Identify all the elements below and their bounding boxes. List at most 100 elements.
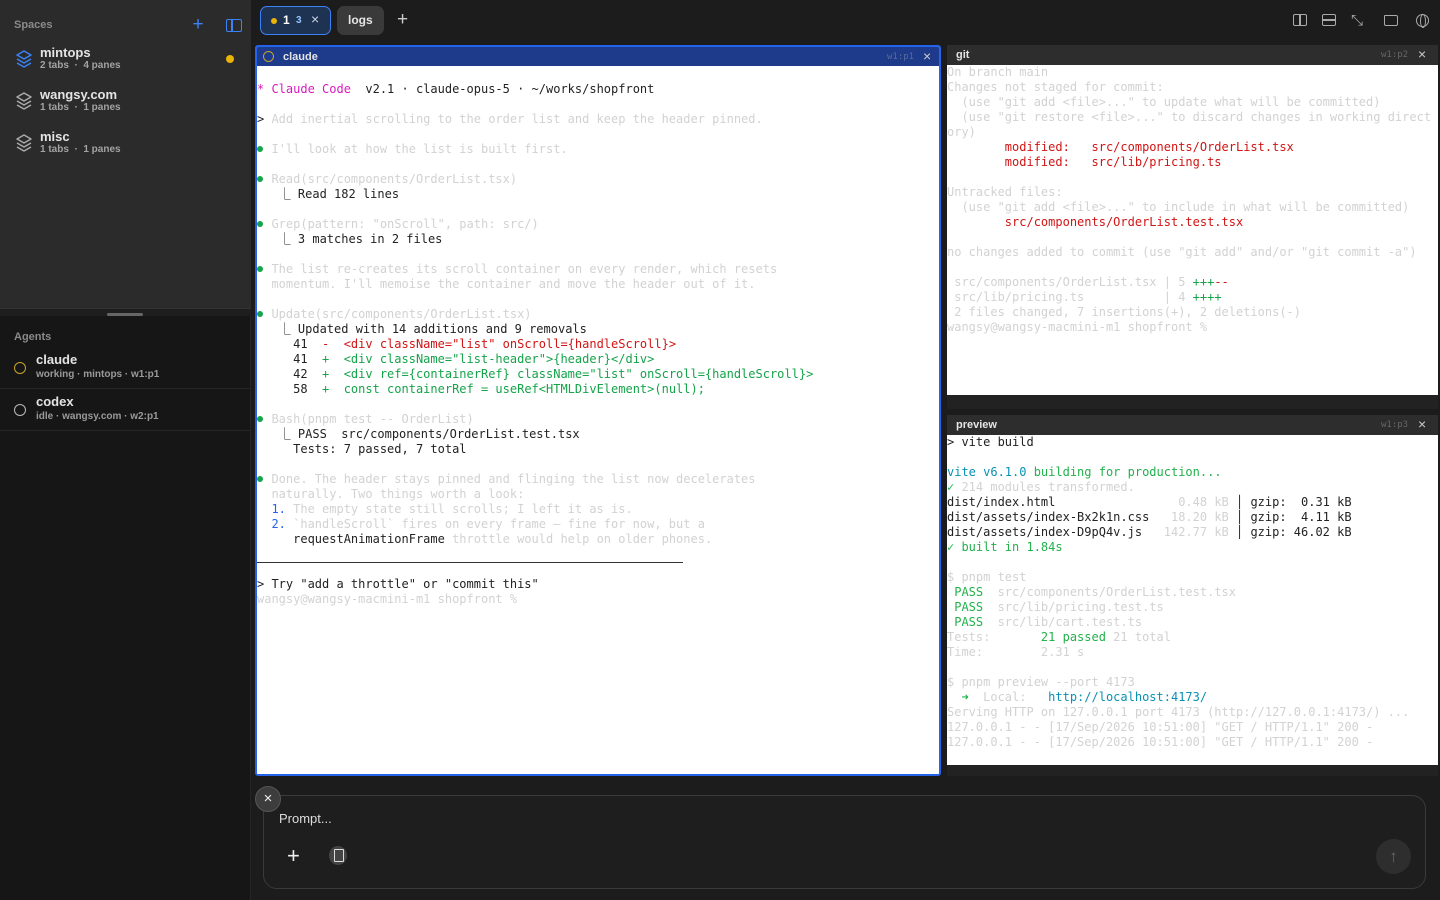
tab-logs[interactable]: logs [337, 6, 384, 35]
pane-header: preview w1:p3 × [947, 415, 1438, 435]
terminal-text: ➜ [947, 690, 984, 704]
tab-1[interactable]: 1 3 × [260, 6, 331, 35]
agent-meta: idle · wangsy.com · w2:p1 [36, 411, 159, 422]
terminal-line: $ pnpm preview --port 4173 [947, 675, 1135, 690]
split-vertical-icon[interactable] [1293, 14, 1307, 26]
space-item-wangsy[interactable]: wangsy.com 1 tabs · 1 panes [0, 84, 251, 124]
add-attachment-button[interactable]: + [287, 845, 300, 867]
terminal-text: Serving HTTP on 127.0.0.1 port 4173 (htt… [947, 705, 1410, 719]
terminal-line: 2. `handleScroll` fires on every frame —… [257, 517, 705, 532]
space-meta: 1 tabs · 1 panes [40, 144, 121, 155]
terminal-text: 41 [257, 337, 323, 351]
terminal-output[interactable]: On branch main Changes not staged for com… [947, 65, 1438, 395]
pane-header: claude w1:p1 × [257, 47, 939, 66]
terminal-line: ➜ Local: http://localhost:4173/ [947, 690, 1207, 705]
terminal-output[interactable]: > vite build vite v6.1.0 building for pro… [947, 435, 1438, 765]
tab-close-icon[interactable]: × [311, 11, 319, 27]
pane-close-icon[interactable]: × [1418, 46, 1426, 62]
terminal-line: momentum. I'll memoise the container and… [257, 277, 755, 292]
terminal-text: PASS [947, 615, 991, 629]
folder-icon[interactable] [1384, 15, 1398, 26]
dismiss-prompt-button[interactable]: × [255, 786, 281, 812]
terminal-text: Tests: 7 passed, 7 total [257, 442, 467, 456]
terminal-text: 214 modules transformed. [961, 480, 1135, 494]
terminal-text: Untracked files: [947, 185, 1063, 199]
pane-close-icon[interactable]: × [923, 48, 931, 64]
terminal-text: v2.1 · claude-opus-5 · ~/works/shopfront [350, 82, 655, 96]
terminal-line: I'll look at how the list is built first… [257, 142, 567, 157]
add-tab-button[interactable]: + [397, 10, 408, 30]
terminal-text: 41 [257, 352, 323, 366]
terminal-text: dist/assets/index-Bx2k1n.css [947, 510, 1157, 524]
terminal-line: src/components/OrderList.tsx | 5 +++-- [947, 275, 1229, 290]
terminal-text: PASS [947, 585, 991, 599]
send-button[interactable]: ↑ [1376, 839, 1411, 874]
terminal-line: no changes added to commit (use "git add… [947, 245, 1417, 260]
terminal-text: + const containerRef = useRef<HTMLDivEle… [322, 382, 705, 396]
terminal-line: 127.0.0.1 - - [17/Sep/2026 10:51:00] "GE… [947, 720, 1373, 735]
terminal-text: * [257, 82, 272, 96]
pane-title: preview [956, 419, 997, 431]
pane-close-icon[interactable]: × [1418, 416, 1426, 432]
terminal-text: 18.20 kB [1156, 510, 1229, 524]
split-horizontal-icon[interactable] [1322, 14, 1336, 26]
space-item-misc[interactable]: misc 1 tabs · 1 panes [0, 126, 251, 166]
terminal-text: - <div className="list" onScroll={handle… [322, 337, 677, 351]
terminal-line: Untracked files: [947, 185, 1063, 200]
terminal-line: 58 + const containerRef = useRef<HTMLDiv… [257, 382, 705, 397]
agent-status-icon [14, 404, 26, 416]
sidebar-toggle-icon[interactable] [226, 19, 242, 32]
terminal-text: 21 total [1105, 630, 1171, 644]
terminal-text: Changes not staged for commit: [947, 80, 1164, 94]
sidebar: Spaces + mintops 2 tabs · 4 panes wangsy… [0, 0, 251, 900]
terminal-text: ⎿ PASS src/components/OrderList.test.tsx [257, 427, 580, 441]
terminal-text: The list re-creates its scroll container… [257, 262, 778, 276]
agent-item-claude[interactable]: claude working · mintops · w1:p1 [0, 347, 251, 389]
terminal-text: │ gzip: 0.31 kB [1228, 495, 1352, 509]
terminal-text: src/components/OrderList.tsx | 5 [947, 275, 1193, 289]
grip-icon [107, 313, 143, 316]
terminal-text: ⎿ 3 matches in 2 files [257, 232, 443, 246]
terminal-text: requestAnimationFrame [257, 532, 453, 546]
agents-heading: Agents [14, 331, 52, 343]
space-name: misc [40, 129, 70, 144]
terminal-text: ✓ [947, 480, 962, 494]
clipboard-icon[interactable] [329, 846, 347, 865]
expand-icon[interactable]: ⤡ [1351, 12, 1363, 29]
terminal-text: src/components/OrderList.test.tsx [947, 215, 1244, 229]
terminal-output[interactable]: * Claude Code v2.1 · claude-opus-5 · ~/w… [257, 67, 939, 774]
terminal-line: wangsy@wangsy-macmini-m1 shopfront % [257, 592, 517, 607]
add-space-button[interactable]: + [190, 15, 206, 34]
terminal-line: (use "git add <file>..." to update what … [947, 95, 1380, 110]
pane-preview[interactable]: preview w1:p3 × > vite build vite v6.1.0 … [947, 415, 1438, 776]
terminal-text: building for production... [1033, 465, 1222, 479]
terminal-line: $ pnpm test [947, 570, 1026, 585]
terminal-line: (use "git restore <file>..." to discard … [947, 110, 1431, 125]
pane-footer [947, 395, 1438, 409]
space-item-mintops[interactable]: mintops 2 tabs · 4 panes [0, 42, 251, 82]
pane-git[interactable]: git w1:p2 × On branch main Changes not st… [947, 45, 1438, 409]
terminal-text: > [257, 112, 272, 126]
terminal-text: wangsy@wangsy-macmini-m1 shopfront % [257, 592, 518, 606]
terminal-line: On branch main [947, 65, 1048, 80]
globe-icon[interactable] [1416, 14, 1429, 28]
activity-dot [226, 55, 234, 63]
terminal-line: wangsy@wangsy-macmini-m1 shopfront % [947, 320, 1207, 335]
terminal-text: (use "git add <file>..." to update what … [947, 95, 1381, 109]
sidebar-resize-handle[interactable] [0, 308, 251, 316]
terminal-line: 42 + <div ref={containerRef} className="… [257, 367, 813, 382]
spaces-panel: Spaces + mintops 2 tabs · 4 panes wangsy… [0, 0, 251, 308]
terminal-text: vite v6.1.0 [947, 465, 1034, 479]
terminal-line: ⎿ Updated with 14 additions and 9 remova… [257, 322, 587, 337]
agent-item-codex[interactable]: codex idle · wangsy.com · w2:p1 [0, 389, 251, 431]
terminal-text: src/components/OrderList.test.tsx [990, 585, 1236, 599]
terminal-line: ⎿ Read 182 lines [257, 187, 399, 202]
terminal-text: ory) [947, 125, 976, 139]
terminal-text: 1. [257, 502, 294, 516]
terminal-line: Tests: 7 passed, 7 total [257, 442, 467, 457]
pane-claude[interactable]: claude w1:p1 × * Claude Code v2.1 · clau… [255, 45, 941, 776]
terminal-text: + <div ref={containerRef} className="lis… [322, 367, 814, 381]
terminal-line: PASS src/components/OrderList.test.tsx [947, 585, 1236, 600]
prompt-box[interactable]: Prompt... + ↑ [263, 795, 1426, 889]
prompt-input[interactable]: Prompt... [279, 811, 332, 826]
